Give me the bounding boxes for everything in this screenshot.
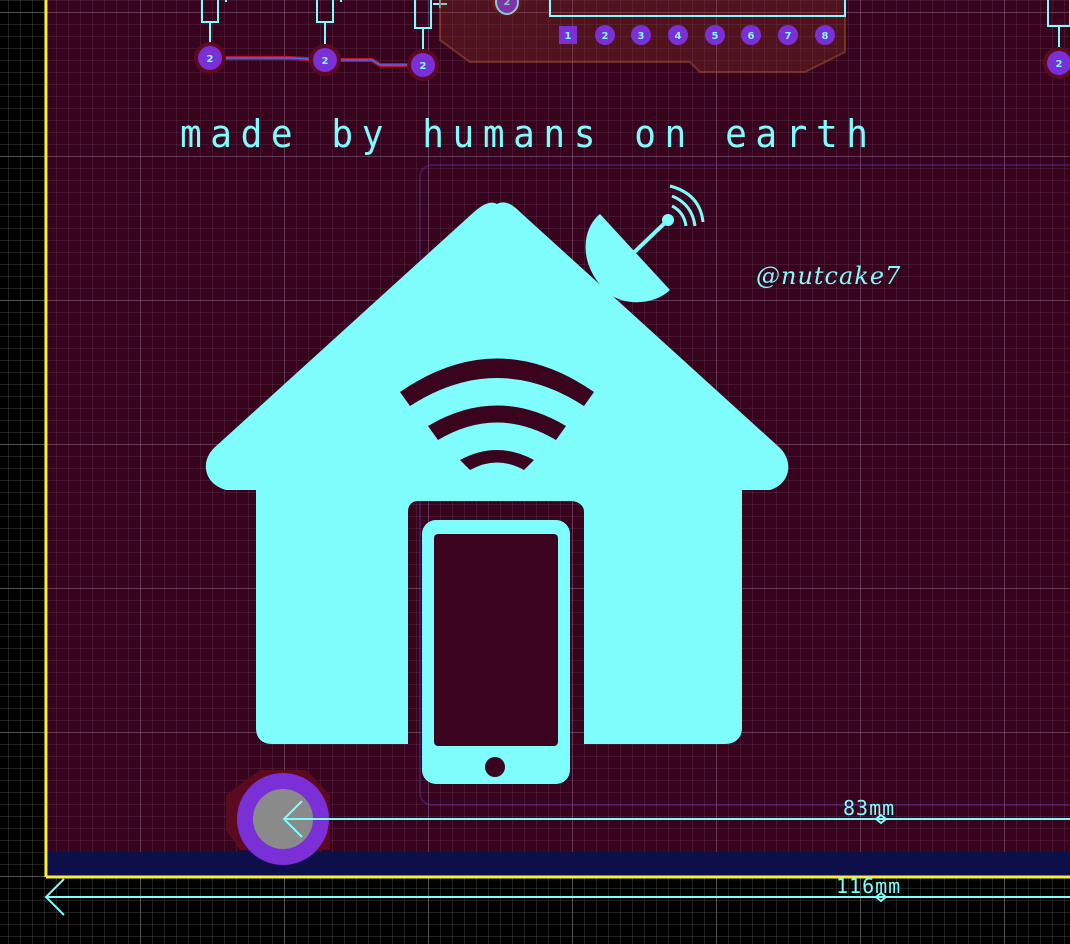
dimension-83mm	[282, 800, 1070, 838]
header-pin-label: 4	[675, 31, 682, 42]
silkscreen-author-handle: @nutcake7	[756, 262, 902, 290]
header-pin-label: 2	[602, 31, 609, 42]
smartphone-icon	[422, 520, 570, 784]
header-pin-label: 3	[638, 31, 645, 42]
pad-label: 2	[207, 54, 214, 65]
header-pin-label: 1	[565, 31, 572, 42]
header-pin-label: 6	[748, 31, 755, 42]
pad-label: 2	[1056, 59, 1063, 70]
dimension-label-inner: 83mm	[843, 796, 896, 820]
silkscreen-tagline: made by humans on earth	[180, 112, 877, 156]
dimension-116mm	[44, 878, 1070, 916]
pad-label: 2	[420, 61, 427, 72]
satellite-dish-icon	[585, 184, 705, 303]
pad-label: 2	[322, 56, 329, 67]
header-pin-label: 7	[785, 31, 792, 42]
mounting-hole[interactable]	[226, 770, 330, 865]
header-pin-label: 8	[822, 31, 829, 42]
header-pin-label: 5	[712, 31, 719, 42]
dimension-label-outer: 116mm	[836, 874, 902, 898]
